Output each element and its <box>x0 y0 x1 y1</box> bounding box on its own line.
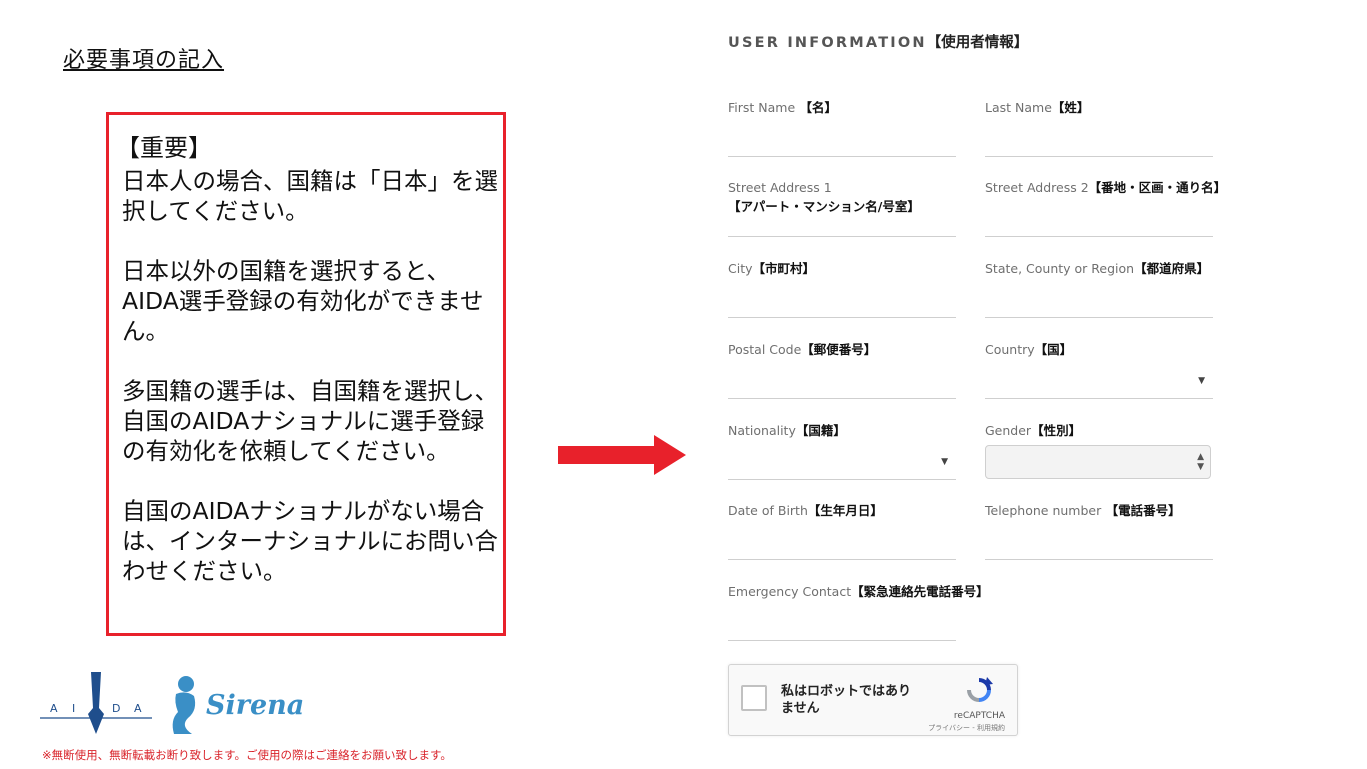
field-label: Street Address 2 <box>985 180 1089 195</box>
page-title: 必要事項の記入 <box>63 48 225 73</box>
notice-paragraph: 日本人の場合、国籍は「日本」を選択してください。 <box>122 167 498 225</box>
section-title: USER INFORMATION【使用者情報】 <box>728 31 1028 52</box>
aida-logo: A I D A <box>40 672 152 734</box>
field-label: Date of Birth <box>728 503 808 518</box>
country-select[interactable]: Country【国】 ▼ <box>985 340 1213 399</box>
section-title-jp: 【使用者情報】 <box>926 35 1029 51</box>
notice-paragraph: 多国籍の選手は、自国籍を選択し、自国のAIDAナショナルに選手登録の有効化を依頼… <box>122 377 498 465</box>
aida-letter: D <box>112 702 120 715</box>
dropdown-caret-icon: ▼ <box>1198 376 1205 386</box>
recaptcha-brand: reCAPTCHA <box>953 711 1005 721</box>
field-label: Nationality <box>728 423 796 438</box>
section-title-en: USER INFORMATION <box>728 35 927 51</box>
emergency-contact-field[interactable]: Emergency Contact【緊急連絡先電話番号】 <box>728 582 989 641</box>
street-address-1-field[interactable]: Street Address 1 【アパート・マンション名/号室】 <box>728 178 956 237</box>
field-label: Telephone number <box>985 503 1102 518</box>
select-updown-icon: ▲ ▼ <box>1197 452 1204 472</box>
field-label-jp: 【市町村】 <box>752 261 816 276</box>
recaptcha-icon <box>967 677 993 702</box>
field-label-jp: 【アパート・マンション名/号室】 <box>728 199 920 214</box>
last-name-field[interactable]: Last Name【姓】 <box>985 98 1213 157</box>
notice-paragraph: 日本以外の国籍を選択すると、AIDA選手登録の有効化ができません。 <box>122 257 484 345</box>
field-label: Last Name <box>985 100 1052 115</box>
field-label: Street Address 1 <box>728 180 832 195</box>
recaptcha-label: 私はロボットではありません <box>781 684 912 716</box>
field-label-jp: 【姓】 <box>1051 100 1090 115</box>
recaptcha-links[interactable]: プライバシー - 利用規約 <box>928 723 1005 733</box>
field-label-jp: 【国】 <box>1034 342 1073 357</box>
recaptcha-widget: 私はロボットではありません reCAPTCHA プライバシー - 利用規約 <box>728 664 1018 736</box>
field-label-jp: 【郵便番号】 <box>801 342 877 357</box>
field-label: State, County or Region <box>985 261 1135 276</box>
gender-field: Gender【性別】 ▲ ▼ <box>985 421 1213 479</box>
aida-letter: A <box>134 702 142 715</box>
notice-body: 日本人の場合、国籍は「日本」を選択してください。 日本以外の国籍を選択すると、A… <box>122 166 500 586</box>
notice-paragraph: 自国のAIDAナショナルがない場合は、インターナショナルにお問い合わせください。 <box>122 497 498 585</box>
field-label: Country <box>985 342 1035 357</box>
arrow-right-icon <box>558 435 686 475</box>
field-label: Gender <box>985 423 1032 438</box>
field-label-jp: 【性別】 <box>1031 423 1082 438</box>
field-label-jp: 【名】 <box>795 100 838 115</box>
dropdown-caret-icon: ▼ <box>941 457 948 467</box>
field-label: Postal Code <box>728 342 802 357</box>
telephone-field[interactable]: Telephone number 【電話番号】 <box>985 501 1213 560</box>
sirena-logo-text: Sirena <box>206 690 305 721</box>
field-label: City <box>728 261 753 276</box>
field-label-jp: 【都道府県】 <box>1134 261 1210 276</box>
field-label: First Name <box>728 100 796 115</box>
aida-letter: A <box>50 702 58 715</box>
field-label: Emergency Contact <box>728 584 852 599</box>
field-label-jp: 【緊急連絡先電話番号】 <box>851 584 989 599</box>
postal-code-field[interactable]: Postal Code【郵便番号】 <box>728 340 956 399</box>
field-label-jp: 【生年月日】 <box>807 503 883 518</box>
nationality-select[interactable]: Nationality【国籍】 ▼ <box>728 421 956 480</box>
notice-heading: 【重要】 <box>116 134 212 162</box>
state-field[interactable]: State, County or Region【都道府県】 <box>985 259 1213 318</box>
gender-select[interactable]: ▲ ▼ <box>985 445 1211 479</box>
aida-letter: I <box>72 702 75 715</box>
field-label-jp: 【番地・区画・通り名】 <box>1088 180 1227 195</box>
recaptcha-checkbox[interactable] <box>741 685 767 711</box>
date-of-birth-field[interactable]: Date of Birth【生年月日】 <box>728 501 956 560</box>
first-name-field[interactable]: First Name 【名】 <box>728 98 956 157</box>
copyright-note: ※無断使用、無断転載お断り致します。ご使用の際はご連絡をお願い致します。 <box>42 748 452 762</box>
field-label-jp: 【電話番号】 <box>1101 503 1181 518</box>
field-label-jp: 【国籍】 <box>795 423 846 438</box>
city-field[interactable]: City【市町村】 <box>728 259 956 318</box>
street-address-2-field[interactable]: Street Address 2【番地・区画・通り名】 <box>985 178 1226 237</box>
